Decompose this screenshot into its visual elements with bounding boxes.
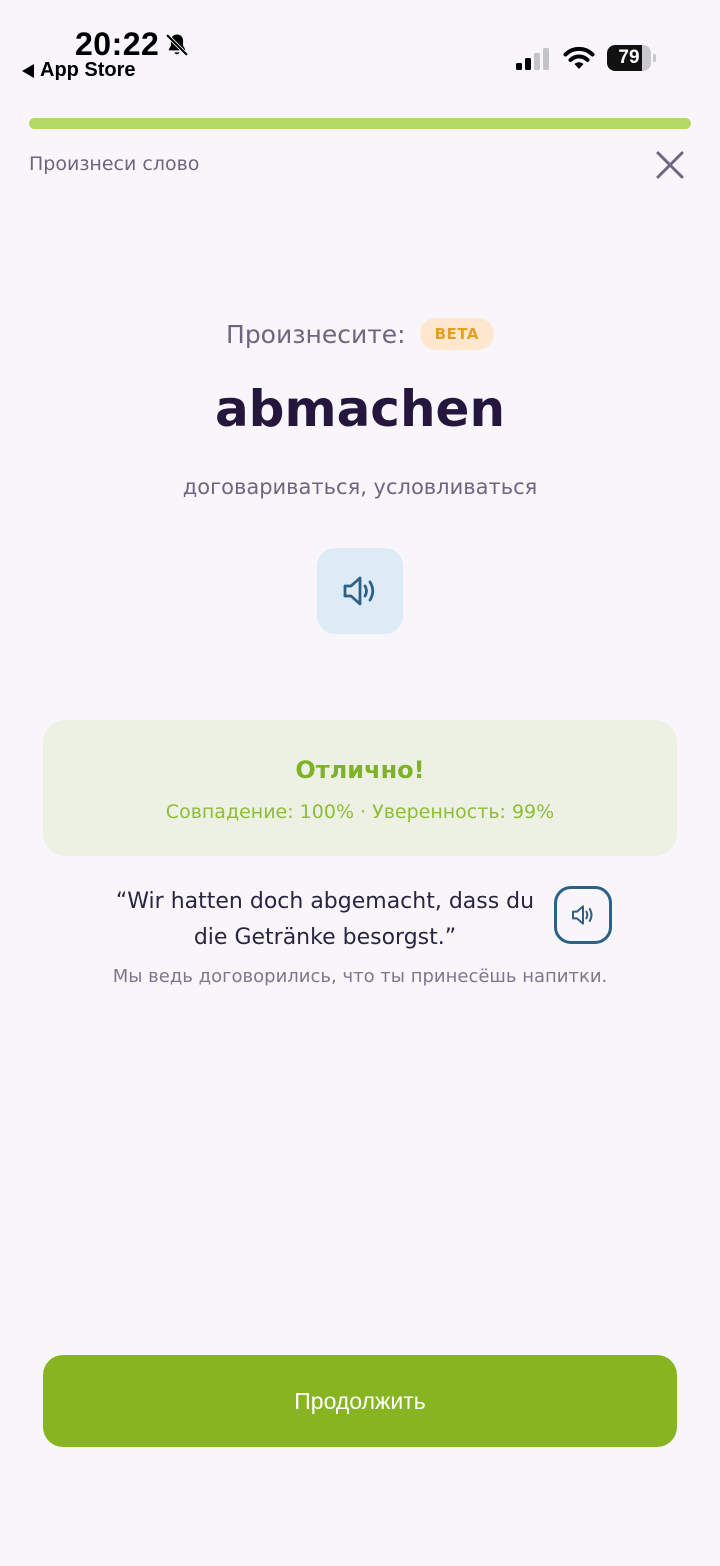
signal-icon [516, 48, 549, 70]
back-to-app-store[interactable]: App Store [22, 59, 136, 82]
lesson-progress-bar [29, 118, 691, 129]
status-time: 20:22 [75, 26, 160, 62]
result-stats: Совпадение: 100% · Уверенность: 99% [165, 801, 555, 823]
play-example-audio-button[interactable] [554, 886, 612, 944]
back-app-label: App Store [40, 59, 136, 81]
close-icon[interactable] [651, 146, 689, 184]
battery-icon: 79 [607, 45, 656, 71]
continue-button[interactable]: Продолжить [43, 1355, 677, 1447]
result-title: Отлично! [295, 756, 425, 784]
lesson-progress-fill [29, 118, 691, 129]
battery-level: 79 [618, 47, 640, 68]
back-arrow-icon [22, 63, 34, 78]
pronunciation-result-card: Отлично! Совпадение: 100% · Уверенность:… [43, 720, 677, 856]
page-title: Произнеси слово [29, 153, 200, 175]
target-word: abmachen [214, 380, 506, 438]
example-sentence: “Wir hatten doch abgemacht, dass du die … [115, 889, 535, 950]
play-word-audio-button[interactable] [317, 548, 403, 634]
beta-badge: BETA [419, 318, 494, 350]
prompt-label: Произнесите: [226, 319, 406, 349]
speaker-icon [572, 905, 593, 925]
wifi-icon [563, 46, 595, 69]
example-translation: Мы ведь договорились, что ты принесёшь н… [112, 966, 608, 987]
prompt-row: Произнесите: BETA [0, 318, 720, 350]
speaker-icon [343, 576, 375, 606]
word-translation: договариваться, условливаться [182, 475, 538, 499]
bell-off-icon [165, 33, 189, 57]
